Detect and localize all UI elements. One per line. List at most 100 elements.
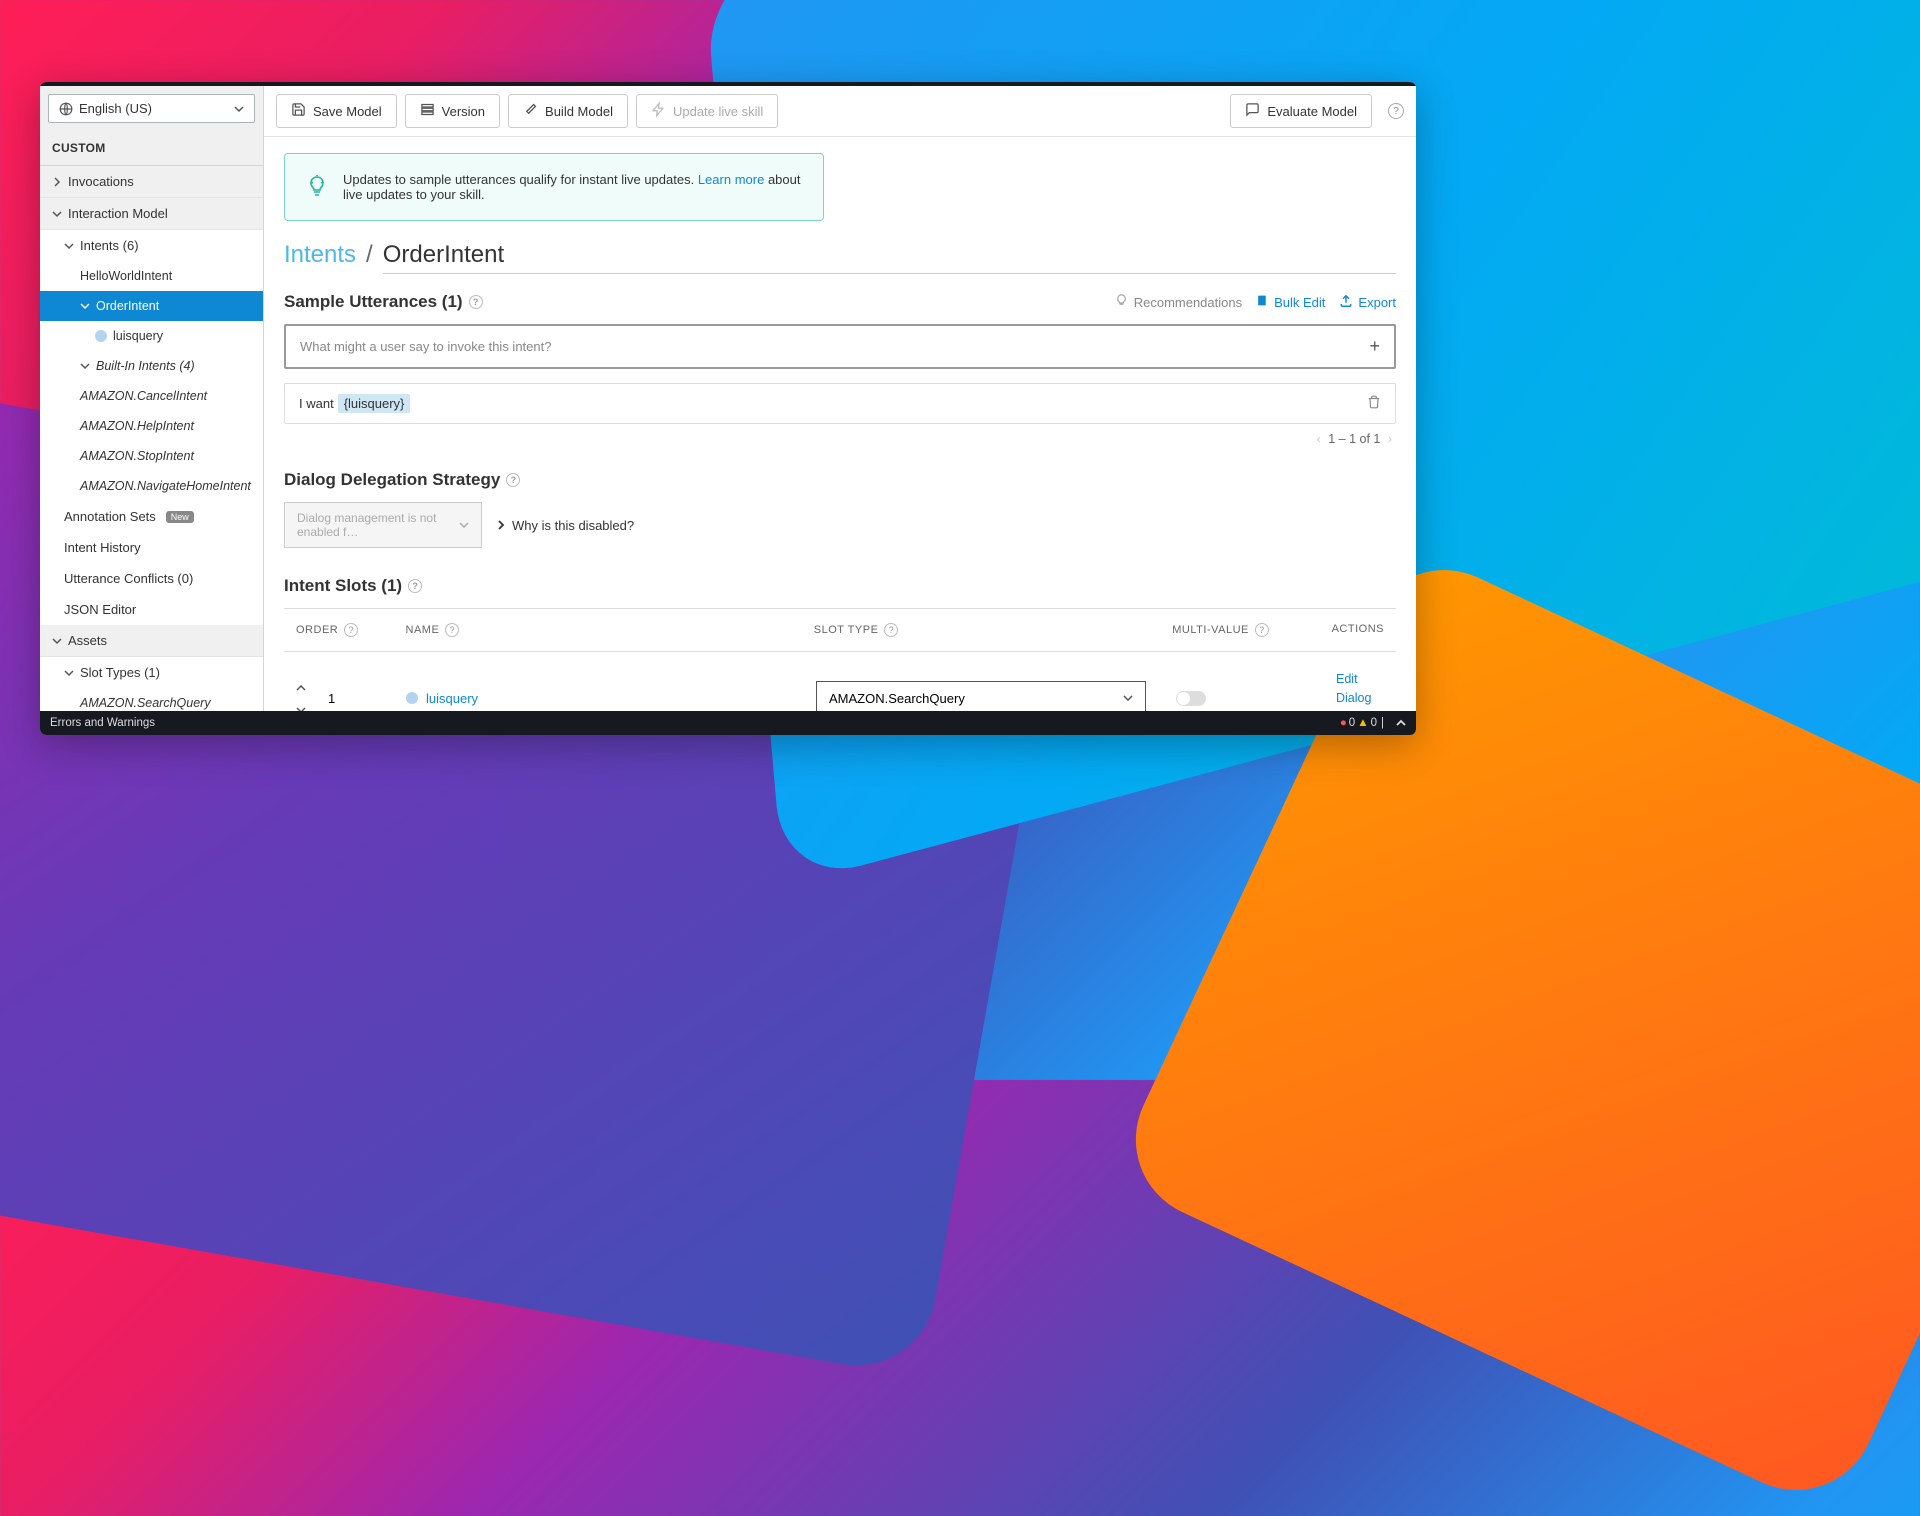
dialog-strategy-select: Dialog management is not enabled f… xyxy=(284,502,482,548)
warning-count: 0 xyxy=(1371,717,1377,729)
chevron-up-icon[interactable] xyxy=(1396,717,1406,729)
sidebar-item-cancel[interactable]: AMAZON.CancelIntent xyxy=(40,381,263,411)
build-icon xyxy=(523,102,538,120)
sidebar-item-builtin[interactable]: Built-In Intents (4) xyxy=(40,351,263,381)
chevron-right-icon[interactable]: › xyxy=(1388,432,1392,446)
chevron-down-icon xyxy=(80,301,90,311)
slot-name-link[interactable]: luisquery xyxy=(406,691,478,706)
sidebar-item-intent-history[interactable]: Intent History xyxy=(40,532,263,563)
help-icon[interactable]: ? xyxy=(1388,103,1404,119)
main-content: Save Model Version Build Model Update li… xyxy=(264,86,1416,711)
slot-dot-icon xyxy=(406,692,418,704)
update-button: Update live skill xyxy=(636,94,778,128)
sidebar-item-annotation[interactable]: Annotation Sets New xyxy=(40,501,263,532)
slots-table: ORDER? NAME? SLOT TYPE? MULTI-VALUE? ACT… xyxy=(284,608,1396,711)
edit-dialog-link[interactable]: Edit Dialog xyxy=(1336,670,1384,708)
sidebar-item-searchquery[interactable]: AMAZON.SearchQuery xyxy=(40,688,263,711)
slot-row: 1 luisquery AMAZON.SearchQuery xyxy=(284,652,1396,711)
chevron-down-icon xyxy=(234,104,244,114)
chevron-down-icon xyxy=(1123,693,1133,703)
edit-icon xyxy=(1256,294,1269,310)
breadcrumb: Intents / OrderIntent xyxy=(284,241,1396,274)
sidebar-item-json[interactable]: JSON Editor xyxy=(40,594,263,625)
info-banner: Updates to sample utterances qualify for… xyxy=(284,153,824,221)
breadcrumb-root[interactable]: Intents xyxy=(284,241,356,269)
evaluate-button[interactable]: Evaluate Model xyxy=(1230,94,1372,128)
status-label[interactable]: Errors and Warnings xyxy=(50,717,155,729)
info-icon[interactable]: ? xyxy=(408,579,422,593)
sidebar-section-custom: CUSTOM xyxy=(40,131,263,166)
save-button[interactable]: Save Model xyxy=(276,94,397,128)
order-down-icon[interactable] xyxy=(296,700,306,711)
multivalue-toggle[interactable] xyxy=(1176,691,1206,706)
col-name: NAME? xyxy=(406,623,814,637)
status-bar: Errors and Warnings ● 0 ▲ 0 | xyxy=(40,711,1416,735)
utterances-title: Sample Utterances (1) ? xyxy=(284,292,483,312)
why-disabled-link[interactable]: Why is this disabled? xyxy=(496,518,634,533)
build-button[interactable]: Build Model xyxy=(508,94,628,128)
slot-dot-icon xyxy=(95,330,107,342)
globe-icon xyxy=(59,102,73,116)
sidebar-item-intents[interactable]: Intents (6) xyxy=(40,230,263,261)
chevron-down-icon xyxy=(64,241,74,251)
bulk-edit-link[interactable]: Bulk Edit xyxy=(1256,294,1325,310)
warning-icon: ▲ xyxy=(1357,717,1368,729)
trash-icon[interactable] xyxy=(1367,395,1381,412)
utterance-input[interactable]: What might a user say to invoke this int… xyxy=(284,324,1396,369)
export-link[interactable]: Export xyxy=(1339,294,1396,311)
new-badge: New xyxy=(166,511,194,523)
lightbulb-icon xyxy=(1114,293,1129,311)
error-count: 0 xyxy=(1349,717,1355,729)
chevron-left-icon[interactable]: ‹ xyxy=(1317,432,1321,446)
chevron-right-icon xyxy=(496,520,506,530)
order-number: 1 xyxy=(328,691,335,706)
sidebar: English (US) CUSTOM Invocations Interact… xyxy=(40,86,264,711)
version-icon xyxy=(420,102,435,120)
recommendations-link[interactable]: Recommendations xyxy=(1114,293,1242,311)
info-icon[interactable]: ? xyxy=(506,473,520,487)
chat-icon xyxy=(1245,102,1260,120)
language-selector[interactable]: English (US) xyxy=(48,94,255,123)
sidebar-item-assets[interactable]: Assets xyxy=(40,625,263,657)
sidebar-item-luisquery[interactable]: luisquery xyxy=(40,321,263,351)
col-order: ORDER? xyxy=(296,623,406,637)
language-label: English (US) xyxy=(79,101,152,116)
dialog-title: Dialog Delegation Strategy ? xyxy=(284,470,1396,490)
chevron-down-icon xyxy=(459,520,469,530)
sidebar-item-slot-types[interactable]: Slot Types (1) xyxy=(40,657,263,688)
app-window: English (US) CUSTOM Invocations Interact… xyxy=(40,82,1416,735)
slot-chip[interactable]: {luisquery} xyxy=(338,394,411,413)
sidebar-item-help[interactable]: AMAZON.HelpIntent xyxy=(40,411,263,441)
chevron-down-icon xyxy=(80,361,90,371)
order-up-icon[interactable] xyxy=(296,678,306,696)
chevron-right-icon xyxy=(52,177,62,187)
col-actions: ACTIONS xyxy=(1332,623,1384,637)
save-icon xyxy=(291,102,306,120)
sidebar-item-invocations[interactable]: Invocations xyxy=(40,166,263,198)
version-button[interactable]: Version xyxy=(405,94,500,128)
breadcrumb-current: OrderIntent xyxy=(383,241,1396,274)
sidebar-item-stop[interactable]: AMAZON.StopIntent xyxy=(40,441,263,471)
sidebar-item-conflicts[interactable]: Utterance Conflicts (0) xyxy=(40,563,263,594)
error-icon: ● xyxy=(1340,717,1347,729)
col-type: SLOT TYPE? xyxy=(814,623,1172,637)
slots-title: Intent Slots (1) ? xyxy=(284,576,1396,596)
toolbar: Save Model Version Build Model Update li… xyxy=(264,86,1416,137)
info-icon[interactable]: ? xyxy=(469,295,483,309)
bolt-icon xyxy=(651,102,666,120)
lightbulb-icon xyxy=(305,174,329,201)
chevron-down-icon xyxy=(64,668,74,678)
utterance-row[interactable]: I want {luisquery} xyxy=(284,383,1396,424)
sidebar-item-helloworld[interactable]: HelloWorldIntent xyxy=(40,261,263,291)
export-icon xyxy=(1339,294,1353,311)
banner-text: Updates to sample utterances qualify for… xyxy=(343,172,803,202)
sidebar-item-interaction-model[interactable]: Interaction Model xyxy=(40,198,263,230)
chevron-down-icon xyxy=(52,636,62,646)
col-multivalue: MULTI-VALUE? xyxy=(1172,623,1331,637)
slot-type-select[interactable]: AMAZON.SearchQuery xyxy=(816,681,1146,711)
sidebar-item-navhome[interactable]: AMAZON.NavigateHomeIntent xyxy=(40,471,263,501)
sidebar-item-orderintent[interactable]: OrderIntent xyxy=(40,291,263,321)
learn-more-link[interactable]: Learn more xyxy=(698,172,764,187)
chevron-down-icon xyxy=(52,209,62,219)
plus-icon[interactable]: + xyxy=(1369,336,1380,357)
